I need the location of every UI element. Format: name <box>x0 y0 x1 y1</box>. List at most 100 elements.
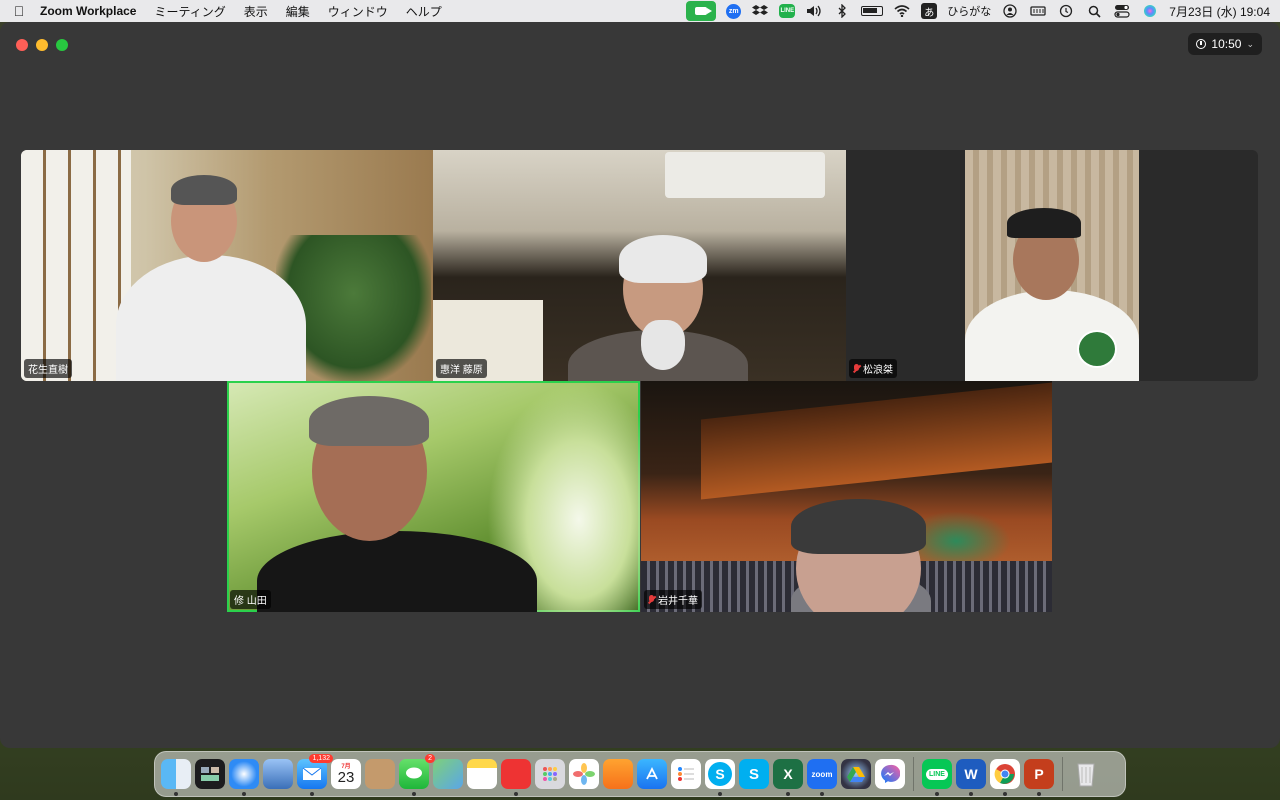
menu-meeting[interactable]: ミーティング <box>154 3 225 20</box>
running-indicator <box>969 792 973 796</box>
minimize-window-button[interactable] <box>36 39 48 51</box>
messenger-icon[interactable] <box>875 759 905 789</box>
line-status-icon[interactable]: LINE <box>779 4 796 18</box>
participant-name: 修 山田 <box>234 596 267 607</box>
video-tile-active-speaker[interactable]: 修 山田 <box>227 381 640 612</box>
participant-name: 花生直樹 <box>28 365 68 376</box>
participant-name-tag: 修 山田 <box>230 590 271 609</box>
menu-view[interactable]: 表示 <box>244 3 268 20</box>
photos-icon[interactable] <box>569 759 599 789</box>
video-tile[interactable]: 岩井千華 <box>641 381 1052 612</box>
zoom-window-button[interactable] <box>56 39 68 51</box>
line-logo: LINE <box>926 768 948 780</box>
app-store-icon[interactable] <box>637 759 667 789</box>
video-tile[interactable]: 花生直樹 <box>21 150 433 381</box>
preview-icon[interactable] <box>263 759 293 789</box>
skype-logo: S <box>708 762 732 786</box>
participant-cap <box>1007 208 1081 238</box>
menu-help[interactable]: ヘルプ <box>406 3 442 20</box>
participant-name-tag: 松浪桀 <box>849 359 897 378</box>
notes-icon[interactable] <box>467 759 497 789</box>
menu-bar:  Zoom Workplace ミーティング 表示 編集 ウィンドウ ヘルプ … <box>0 0 1280 22</box>
time-machine-icon[interactable] <box>1057 4 1075 18</box>
meeting-timer[interactable]: 10:50 ⌄ <box>1188 33 1262 55</box>
safari-icon[interactable] <box>229 759 259 796</box>
siri-icon[interactable] <box>1141 4 1159 18</box>
books-icon[interactable] <box>603 759 633 789</box>
video-tile[interactable]: 松浪桀 <box>846 150 1258 381</box>
shirt-logo <box>1077 330 1117 368</box>
finder-icon[interactable] <box>161 759 191 796</box>
chevron-down-icon: ⌄ <box>1246 38 1254 49</box>
line-icon[interactable]: LINE <box>922 759 952 796</box>
participant-hair <box>791 499 926 554</box>
running-indicator <box>718 792 722 796</box>
trash-icon[interactable] <box>1071 759 1101 789</box>
powerpoint-icon[interactable]: P <box>1024 759 1054 796</box>
close-window-button[interactable] <box>16 39 28 51</box>
window-controls <box>16 39 68 51</box>
user-account-icon[interactable] <box>1001 4 1019 18</box>
participant-name-tag: 岩井千華 <box>644 590 702 609</box>
running-indicator <box>1037 792 1041 796</box>
zoom-meeting-window: 10:50 ⌄ 花生直樹 惠洋 藤原 松浪桀 修 山田 岩井千華 <box>0 22 1280 748</box>
word-icon[interactable]: W <box>956 759 986 796</box>
battery-icon[interactable] <box>861 6 884 16</box>
chrome-icon[interactable] <box>990 759 1020 796</box>
participant-beard <box>641 320 685 370</box>
noh-stage-roof <box>701 382 1052 500</box>
contacts-icon[interactable] <box>365 759 395 789</box>
running-indicator <box>935 792 939 796</box>
mission-control-icon[interactable] <box>195 759 225 789</box>
zoom-status-icon[interactable]: zm <box>726 3 742 19</box>
memory-icon[interactable] <box>1029 4 1047 18</box>
running-indicator <box>514 792 518 796</box>
skype-icon[interactable]: S <box>705 759 735 796</box>
microphone-muted-icon <box>648 594 655 605</box>
dock-separator <box>1062 757 1063 791</box>
wifi-icon[interactable] <box>893 4 911 18</box>
menu-window[interactable]: ウィンドウ <box>328 3 388 20</box>
status-area: zm LINE あ ひらがな 7月23日 (水) 19:04 <box>686 0 1270 22</box>
zoom-icon[interactable]: zoom <box>807 759 837 796</box>
menubar-clock[interactable]: 7月23日 (水) 19:04 <box>1169 3 1270 20</box>
microphone-muted-icon <box>853 363 860 374</box>
running-indicator <box>412 792 416 796</box>
mail-icon[interactable]: 1,132 <box>297 754 333 796</box>
launchpad-icon[interactable] <box>535 759 565 789</box>
running-indicator <box>1003 792 1007 796</box>
skype-business-icon[interactable]: S <box>739 759 769 789</box>
volume-icon[interactable] <box>805 4 823 18</box>
search-icon[interactable] <box>1085 4 1103 18</box>
google-drive-icon[interactable] <box>841 759 871 789</box>
running-indicator <box>174 792 178 796</box>
reminders-icon[interactable] <box>671 759 701 789</box>
calendar-icon[interactable]: 7月 23 <box>331 759 361 789</box>
zoom-logo: zoom <box>811 769 833 779</box>
mail-badge: 1,132 <box>309 754 333 763</box>
app-menu-name[interactable]: Zoom Workplace <box>40 4 136 18</box>
apple-menu-icon[interactable]:  <box>8 3 30 19</box>
running-indicator <box>242 792 246 796</box>
participant-hair <box>309 396 429 446</box>
dropbox-icon[interactable] <box>751 4 769 18</box>
excel-icon[interactable]: X <box>773 759 803 796</box>
input-method-icon[interactable]: あ <box>921 3 938 19</box>
running-indicator <box>310 792 314 796</box>
bluetooth-icon[interactable] <box>833 4 851 18</box>
zoom-video-status-icon[interactable] <box>686 1 717 21</box>
participant-name: 松浪桀 <box>863 365 893 376</box>
powerpoint-logo: P <box>1034 766 1044 782</box>
video-tile[interactable]: 惠洋 藤原 <box>433 150 846 381</box>
clock-icon <box>1196 39 1207 49</box>
menu-edit[interactable]: 編集 <box>286 3 310 20</box>
participant-body <box>965 290 1139 381</box>
running-indicator <box>786 792 790 796</box>
control-center-icon[interactable] <box>1113 4 1131 18</box>
input-method-label[interactable]: ひらがな <box>947 3 991 19</box>
participant-name: 岩井千華 <box>658 596 698 607</box>
maps-icon[interactable] <box>433 759 463 789</box>
news-icon[interactable] <box>501 759 531 796</box>
participant-name: 惠洋 藤原 <box>440 365 483 376</box>
messages-icon[interactable]: 2 <box>399 754 435 796</box>
